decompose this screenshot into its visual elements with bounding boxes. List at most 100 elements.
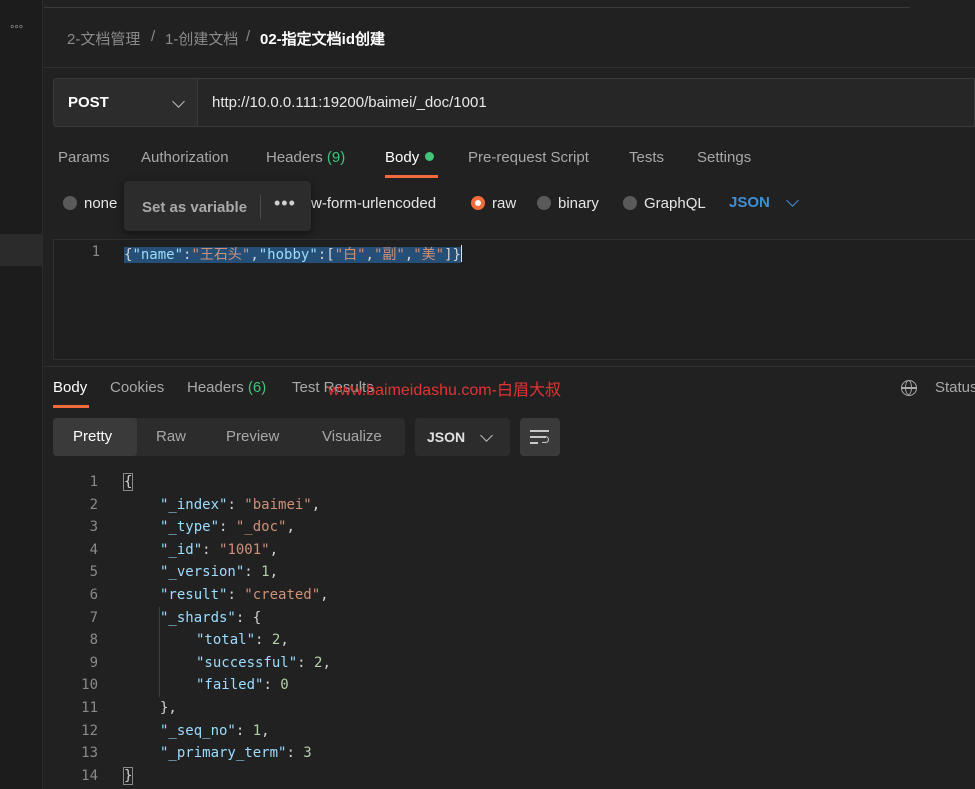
- tab-pre-request-script[interactable]: Pre-request Script: [468, 149, 589, 166]
- more-options-icon[interactable]: •••: [274, 193, 296, 214]
- code-line: 3 "_type": "_doc",: [44, 516, 944, 539]
- breadcrumb-separator: /: [151, 28, 156, 45]
- line-number: 2: [89, 496, 98, 513]
- line-number: 3: [89, 519, 98, 536]
- code-text: "_index": "baimei",: [160, 496, 321, 513]
- code-line: 11},: [44, 697, 944, 720]
- status-label: Status: [935, 379, 975, 396]
- tab-authorization[interactable]: Authorization: [141, 149, 229, 166]
- chevron-down-icon: [480, 429, 493, 442]
- radio-raw[interactable]: [471, 196, 485, 210]
- line-number: 11: [81, 700, 98, 716]
- code-text: "failed": 0: [196, 677, 289, 694]
- view-mode-visualize[interactable]: Visualize: [322, 428, 382, 445]
- request-body-editor[interactable]: 1 {"name":"王石头","hobby":["白","副","美"]}: [53, 239, 975, 360]
- radio-graphql-label[interactable]: GraphQL: [644, 195, 706, 212]
- code-text: "total": 2,: [196, 632, 289, 649]
- code-line: 8 "total": 2,: [44, 629, 944, 652]
- code-text: "_id": "1001",: [160, 541, 279, 558]
- set-as-variable-button[interactable]: Set as variable: [142, 199, 247, 216]
- code-line: 7 "_shards": {: [44, 607, 944, 630]
- radio-binary[interactable]: [537, 196, 551, 210]
- view-mode-switcher: Pretty Raw Preview Visualize: [53, 418, 405, 456]
- sidebar-selected-item[interactable]: [0, 234, 42, 266]
- wrap-lines-icon: [530, 428, 550, 446]
- view-mode-raw[interactable]: Raw: [156, 428, 186, 445]
- radio-none[interactable]: [63, 196, 77, 210]
- top-divider: [44, 0, 910, 8]
- wrap-lines-button[interactable]: [520, 418, 560, 456]
- line-number: 4: [89, 541, 98, 558]
- radio-graphql[interactable]: [623, 196, 637, 210]
- line-number: 9: [89, 654, 98, 671]
- tab-body[interactable]: Body: [385, 149, 435, 166]
- set-as-variable-popover: Set as variable •••: [124, 181, 311, 231]
- code-line: 13 "_primary_term": 3: [44, 742, 944, 765]
- divider: [260, 195, 261, 219]
- line-number: 8: [89, 632, 98, 649]
- method-select[interactable]: POST: [53, 78, 197, 127]
- more-horizontal-icon[interactable]: °°°: [10, 24, 23, 36]
- line-number: 14: [81, 767, 98, 784]
- tab-settings[interactable]: Settings: [697, 149, 751, 166]
- code-text: {: [122, 473, 134, 491]
- chevron-down-icon[interactable]: [786, 194, 799, 207]
- radio-urlencoded-label[interactable]: w-form-urlencoded: [311, 195, 436, 212]
- code-line: 2 "_index": "baimei",: [44, 494, 944, 517]
- line-number: 5: [89, 564, 98, 581]
- globe-icon[interactable]: [901, 380, 917, 396]
- request-title[interactable]: 02-指定文档id创建: [260, 28, 385, 49]
- response-tab-body[interactable]: Body: [53, 379, 87, 396]
- response-format-select[interactable]: JSON: [415, 418, 510, 456]
- divider: [44, 67, 975, 68]
- active-tab-indicator: [53, 405, 89, 408]
- tab-tests[interactable]: Tests: [629, 149, 664, 166]
- code-line: 6 "result": "created",: [44, 584, 944, 607]
- code-line: 4 "_id": "1001",: [44, 539, 944, 562]
- response-tab-headers[interactable]: Headers (6): [187, 379, 266, 396]
- line-number: 12: [81, 722, 98, 739]
- format-label: JSON: [427, 429, 466, 445]
- code-text: "_primary_term": 3: [160, 745, 312, 762]
- line-number: 1: [91, 244, 100, 260]
- url-input[interactable]: http://10.0.0.111:19200/baimei/_doc/1001: [197, 78, 975, 127]
- response-body-viewer[interactable]: 1{2 "_index": "baimei", 3 "_type": "_doc", 4…: [44, 471, 975, 789]
- tab-headers-label: Headers: [266, 149, 323, 166]
- code-text: "result": "created",: [160, 587, 329, 603]
- breadcrumb-item-subfolder[interactable]: 1-创建文档: [165, 28, 238, 49]
- divider: [44, 366, 975, 367]
- headers-count: (9): [326, 149, 346, 166]
- code-text: },: [160, 700, 177, 716]
- selected-text: {"name":"王石头","hobby":["白","副","美"]}: [124, 247, 461, 263]
- tab-headers[interactable]: Headers (9): [266, 149, 345, 166]
- view-mode-preview[interactable]: Preview: [226, 428, 279, 445]
- text-cursor: [460, 245, 463, 262]
- line-number: 1: [89, 474, 98, 490]
- code-text: "_type": "_doc",: [160, 519, 295, 536]
- line-number: 6: [89, 587, 98, 603]
- watermark-text: www.baimeidashu.com-白眉大叔: [328, 382, 561, 399]
- active-tab-indicator: [385, 175, 438, 178]
- line-number: 10: [81, 677, 98, 694]
- breadcrumb-separator: /: [246, 28, 251, 45]
- code-line: 10 "failed": 0: [44, 674, 944, 697]
- modified-dot-icon: [425, 152, 435, 161]
- code-line: 1{: [44, 471, 944, 494]
- language-select[interactable]: JSON: [729, 194, 770, 211]
- radio-none-label[interactable]: none: [84, 195, 117, 212]
- code-line: 5 "_version": 1,: [44, 561, 944, 584]
- view-mode-pretty[interactable]: Pretty: [73, 428, 112, 445]
- response-tab-cookies[interactable]: Cookies: [110, 379, 164, 396]
- breadcrumb-item-folder[interactable]: 2-文档管理: [67, 28, 140, 49]
- radio-raw-label[interactable]: raw: [492, 195, 516, 212]
- tab-body-label: Body: [385, 149, 420, 166]
- code-text: "_version": 1,: [160, 564, 279, 581]
- method-label: POST: [68, 94, 109, 111]
- url-text: http://10.0.0.111:19200/baimei/_doc/1001: [212, 94, 487, 111]
- code-line: 9 "successful": 2,: [44, 652, 944, 675]
- radio-binary-label[interactable]: binary: [558, 195, 599, 212]
- response-tab-headers-label: Headers: [187, 379, 244, 396]
- tab-params[interactable]: Params: [58, 149, 110, 166]
- line-number: 7: [89, 609, 98, 626]
- code-line: 12 "_seq_no": 1,: [44, 720, 944, 743]
